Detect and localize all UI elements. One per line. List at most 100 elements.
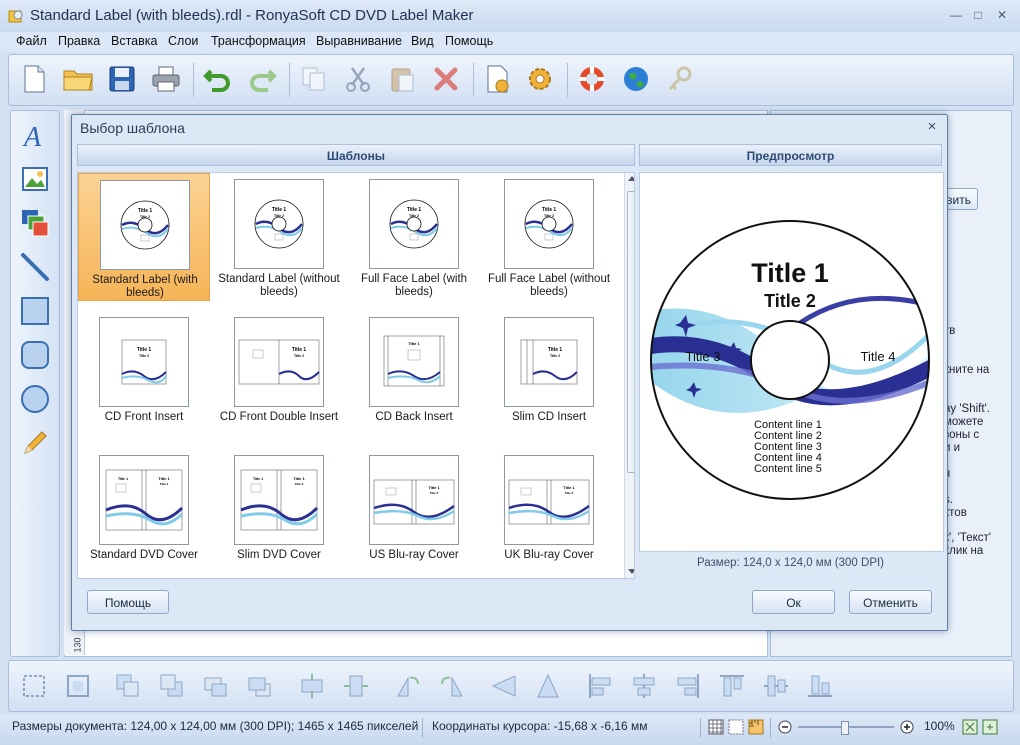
center-vertical-icon[interactable] <box>341 671 371 701</box>
menu-view[interactable]: Вид <box>411 34 434 48</box>
rulers-toggle-icon[interactable] <box>748 719 764 735</box>
align-center-icon[interactable] <box>629 671 659 701</box>
menu-edit[interactable]: Правка <box>58 34 100 48</box>
svg-text:Title 1: Title 1 <box>253 477 263 481</box>
paste-icon[interactable] <box>385 62 419 96</box>
undo-icon[interactable] <box>201 62 235 96</box>
copy-icon[interactable] <box>297 62 331 96</box>
template-thumbnail: Title 1 Title 2 <box>504 179 594 269</box>
menu-align[interactable]: Выравнивание <box>316 34 402 48</box>
template-item[interactable]: Title 1 Title 2 CD Front Insert <box>78 311 210 439</box>
template-label: CD Back Insert <box>375 411 453 423</box>
help-lifebuoy-icon[interactable] <box>575 62 609 96</box>
template-item[interactable]: Title 1 CD Back Insert <box>348 311 480 439</box>
template-item[interactable]: Title 1 Title 2 Slim CD Insert <box>483 311 615 439</box>
template-item[interactable]: Title 1 Title 2 CD Front Double Insert <box>213 311 345 439</box>
flip-horizontal-icon[interactable] <box>489 671 519 701</box>
template-preview: Title 1 Title 2 Title 3 Title 4 Content … <box>639 172 944 552</box>
menu-file[interactable]: Файл <box>16 34 47 48</box>
menu-layers[interactable]: Слои <box>168 34 198 48</box>
menu-transform[interactable]: Трансформация <box>211 34 306 48</box>
template-item[interactable]: Title 1 Title 1 Title 2 Standard DVD Cover <box>78 449 210 577</box>
send-backward-icon[interactable] <box>245 671 275 701</box>
cancel-button[interactable]: Отменить <box>849 590 932 614</box>
bring-forward-icon[interactable] <box>201 671 231 701</box>
snap-grid-icon[interactable] <box>728 719 744 735</box>
register-key-icon[interactable] <box>663 62 697 96</box>
rectangle-tool-icon[interactable] <box>19 295 51 327</box>
flip-vertical-icon[interactable] <box>533 671 563 701</box>
preview-title-4: Title 4 <box>861 349 896 364</box>
ellipse-tool-icon[interactable] <box>19 383 51 415</box>
template-item[interactable]: Title 1 Title 2 US Blu-ray Cover <box>348 449 480 577</box>
close-window-button[interactable]: ✕ <box>992 6 1012 24</box>
zoom-in-icon[interactable] <box>900 720 914 734</box>
svg-text:Title 1: Title 1 <box>542 207 557 213</box>
dialog-close-icon[interactable]: × <box>923 118 941 135</box>
print-icon[interactable] <box>149 62 183 96</box>
save-icon[interactable] <box>105 62 139 96</box>
center-horizontal-icon[interactable] <box>297 671 327 701</box>
ungroup-icon[interactable] <box>63 671 93 701</box>
document-settings-icon[interactable] <box>481 62 515 96</box>
scroll-up-icon[interactable] <box>628 176 634 181</box>
actual-size-icon[interactable] <box>982 719 998 735</box>
scroll-thumb[interactable] <box>627 191 634 473</box>
delete-icon[interactable] <box>429 62 463 96</box>
status-bar: Размеры документа: 124,00 x 124,00 мм (3… <box>0 714 1020 745</box>
panel-hint-line: клик на <box>944 545 984 557</box>
svg-text:Title 1: Title 1 <box>138 208 153 214</box>
align-bottom-icon[interactable] <box>805 671 835 701</box>
text-tool-icon[interactable]: A <box>19 119 51 151</box>
rounded-rectangle-tool-icon[interactable] <box>19 339 51 371</box>
web-globe-icon[interactable] <box>619 62 653 96</box>
template-item[interactable]: Title 1 Title 2 Full Face Label (without b… <box>483 173 615 301</box>
layers-tool-icon[interactable] <box>19 207 51 239</box>
template-item[interactable]: Title 1 Title 2 UK Blu-ray Cover <box>483 449 615 577</box>
template-item[interactable]: Title 1 Title 2 Standard Label (without bl… <box>213 173 345 301</box>
image-tool-icon[interactable] <box>19 163 51 195</box>
line-tool-icon[interactable] <box>19 251 51 283</box>
minimize-button[interactable]: — <box>946 6 966 24</box>
template-item[interactable]: Title 1 Title 1 Title 2 Slim DVD Cover <box>213 449 345 577</box>
ruler-label: 130 <box>72 637 83 653</box>
template-scrollbar[interactable] <box>624 173 634 578</box>
dialog-title: Выбор шаблона <box>80 120 185 136</box>
open-folder-icon[interactable] <box>61 62 95 96</box>
zoom-out-icon[interactable] <box>778 720 792 734</box>
help-button[interactable]: Помощь <box>87 590 169 614</box>
bring-to-front-icon[interactable] <box>113 671 143 701</box>
align-right-icon[interactable] <box>673 671 703 701</box>
svg-text:Title 1: Title 1 <box>548 347 563 353</box>
send-to-back-icon[interactable] <box>157 671 187 701</box>
template-item[interactable]: Title 1 Title 2 Full Face Label (with blee… <box>348 173 480 301</box>
svg-text:Title 2: Title 2 <box>565 491 574 495</box>
menu-help[interactable]: Помощь <box>445 34 493 48</box>
arrange-toolbar <box>8 660 1014 712</box>
new-document-icon[interactable] <box>17 62 51 96</box>
redo-icon[interactable] <box>245 62 279 96</box>
template-item[interactable]: Title 1 Title 2 Standard Label (with bleed… <box>78 173 210 301</box>
cursor-coordinates-status: Координаты курсора: -15,68 x -6,16 мм <box>432 719 648 733</box>
maximize-button[interactable]: □ <box>968 6 988 24</box>
zoom-slider-thumb[interactable] <box>841 721 849 735</box>
template-label: Standard DVD Cover <box>89 549 199 561</box>
align-middle-icon[interactable] <box>761 671 791 701</box>
grid-toggle-icon[interactable] <box>708 719 724 735</box>
template-list: Title 1 Title 2 Standard Label (with bleed… <box>77 172 635 579</box>
svg-text:Title 1: Title 1 <box>293 476 305 481</box>
svg-text:Title 1: Title 1 <box>408 341 420 346</box>
scroll-down-icon[interactable] <box>628 569 634 574</box>
rotate-right-icon[interactable] <box>437 671 467 701</box>
rotate-left-icon[interactable] <box>393 671 423 701</box>
cut-icon[interactable] <box>341 62 375 96</box>
pencil-tool-icon[interactable] <box>19 427 51 459</box>
fit-page-icon[interactable] <box>962 719 978 735</box>
template-label: CD Front Insert <box>104 411 184 423</box>
align-left-icon[interactable] <box>585 671 615 701</box>
menu-insert[interactable]: Вставка <box>111 34 157 48</box>
ok-button[interactable]: Ок <box>752 590 835 614</box>
align-top-icon[interactable] <box>717 671 747 701</box>
group-icon[interactable] <box>19 671 49 701</box>
settings-gear-icon[interactable] <box>523 62 557 96</box>
